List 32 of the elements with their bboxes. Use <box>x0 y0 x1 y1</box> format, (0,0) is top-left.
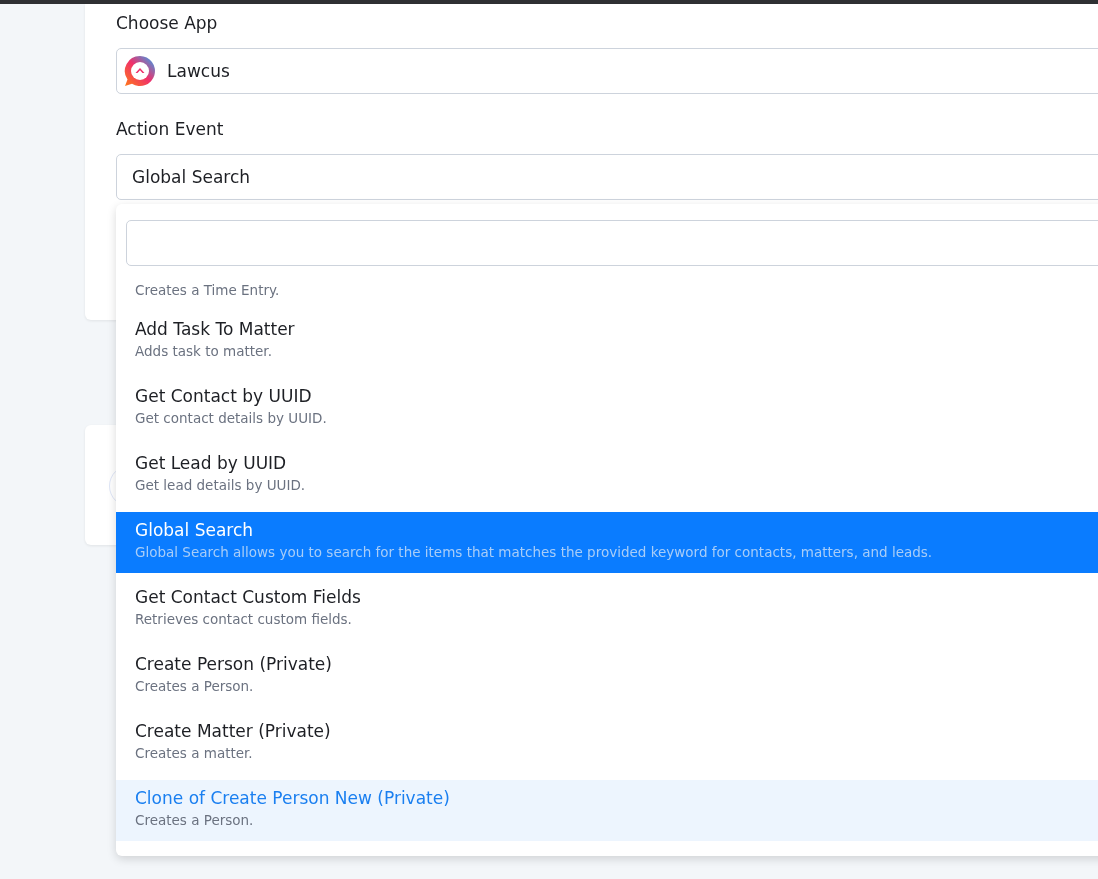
field-label: Choose App <box>116 12 219 34</box>
option-description: Global Search allows you to search for the items that matches the provided keyword for contacts, matters, and leads. <box>135 543 934 562</box>
dropdown-option[interactable]: Clone of Create Person New (Private) Creates a Person. <box>116 780 1098 841</box>
option-title: Global Search <box>135 519 255 542</box>
action-event-select[interactable]: Global Search <box>116 154 1098 200</box>
option-title: Get Contact by UUID <box>135 385 313 408</box>
field-label: Action Event <box>116 118 225 140</box>
dropdown-option[interactable]: Get Contact by UUID Get contact details by UUID. <box>116 378 1098 439</box>
option-description: Retrieves contact custom fields. <box>135 610 353 629</box>
option-description: Creates a Person. <box>135 677 255 696</box>
app-select[interactable]: Lawcus <box>116 48 1098 94</box>
option-description: Get contact details by UUID. <box>135 409 328 428</box>
dropdown-option[interactable]: Create Person (Private) Creates a Person. <box>116 646 1098 707</box>
option-title: Create Person (Private) <box>135 653 333 676</box>
option-title: Add Task To Matter <box>135 318 296 341</box>
dropdown-option[interactable]: Get Contact Custom Fields Retrieves contact custom fields. <box>116 579 1098 640</box>
dropdown-option[interactable]: Create Matter (Private) Creates a matter. <box>116 713 1098 774</box>
dropdown-option[interactable]: Add Task To Matter Adds task to matter. <box>116 311 1098 372</box>
option-title: Get Contact Custom Fields <box>135 586 362 609</box>
option-title: Create Matter (Private) <box>135 720 332 743</box>
app-logo-icon <box>124 55 156 87</box>
option-title: Get Lead by UUID <box>135 452 288 475</box>
dropdown-option[interactable]: Get Lead by UUID Get lead details by UUID. <box>116 445 1098 506</box>
dropdown-option[interactable]: Creates a Time Entry. <box>116 266 1098 305</box>
option-description: Creates a matter. <box>135 744 254 763</box>
option-description: Adds task to matter. <box>135 342 273 361</box>
option-description: Creates a Time Entry. <box>135 281 281 300</box>
option-description: Get lead details by UUID. <box>135 476 307 495</box>
option-description: Creates a Person. <box>135 811 255 830</box>
option-title: Clone of Create Person New (Private) <box>135 787 451 810</box>
dropdown-option[interactable]: Global Search Global Search allows you to search for the items that matches the provided keyword for contacts, matters, and leads. <box>116 512 1098 573</box>
search-field[interactable] <box>126 220 1098 266</box>
